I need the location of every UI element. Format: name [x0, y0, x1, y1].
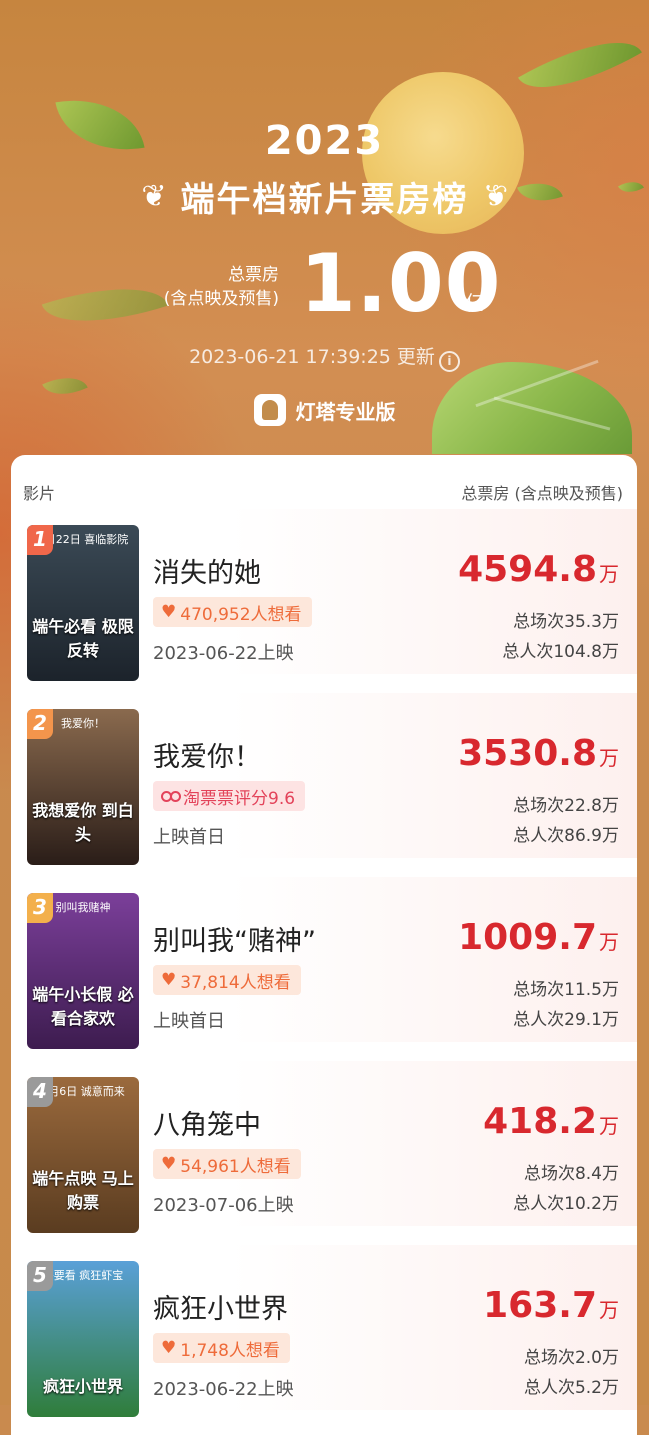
total-label-sub: (含点映及预售)	[163, 289, 279, 309]
hero-header: 2023 ❦ 端午档新片票房榜 ❦ 总票房 (含点映及预售) 1.00 亿 20…	[0, 0, 649, 450]
movie-row[interactable]: 5 午要看 疯狂虾宝 疯狂小世界 疯狂小世界 ♥ 1,748人想看 2023-06-22上映…	[11, 1245, 637, 1417]
total-shows: 总场次35.3万	[513, 612, 619, 632]
poster-slogan: 我想爱你 到白头	[32, 801, 134, 844]
box-office-value: 3530.8 万	[458, 733, 619, 774]
movie-badge: 淘票票评分9.6	[153, 781, 306, 811]
rank-badge: 2	[27, 709, 53, 739]
release-date: 2023-07-06上映	[153, 1195, 294, 1216]
poster-slogan: 端午点映 马上购票	[32, 1169, 134, 1212]
box-office-number: 4594.8	[458, 549, 597, 590]
info-icon[interactable]: i	[438, 351, 460, 372]
total-shows: 总场次22.8万	[513, 796, 619, 816]
total-shows: 总场次2.0万	[523, 1348, 619, 1368]
badge-text: 1,748人想看	[180, 1340, 280, 1361]
movie-title: 消失的她	[153, 558, 261, 589]
movie-row[interactable]: 1 6月22日 喜临影院 端午必看 极限反转 消失的她 ♥ 470,952人想看 2023-…	[11, 509, 637, 681]
movie-poster[interactable]: 5 午要看 疯狂虾宝 疯狂小世界	[27, 1261, 139, 1417]
taopiaopiao-icon	[161, 791, 181, 802]
release-date: 2023-06-22上映	[153, 643, 294, 664]
box-office-unit: 万	[599, 562, 619, 586]
box-office-value: 4594.8 万	[458, 549, 619, 590]
box-office-value: 418.2 万	[483, 1101, 619, 1142]
badge-text: 37,814人想看	[180, 972, 291, 993]
box-office-unit: 万	[599, 930, 619, 954]
movie-poster[interactable]: 1 6月22日 喜临影院 端午必看 极限反转	[27, 525, 139, 681]
total-box-office: 总票房 (含点映及预售) 1.00 亿	[0, 237, 649, 330]
total-admissions: 总人次86.9万	[513, 826, 619, 846]
heart-icon: ♥	[161, 1154, 177, 1174]
box-office-value: 163.7 万	[483, 1285, 619, 1326]
movie-poster[interactable]: 3 别叫我赌神 端午小长假 必看合家欢	[27, 893, 139, 1049]
box-office-number: 1009.7	[458, 917, 597, 958]
movie-row[interactable]: 4 7月6日 诚意而来 端午点映 马上购票 八角笼中 ♥ 54,961人想看 2023-07…	[11, 1061, 637, 1233]
box-office-unit: 万	[599, 1114, 619, 1138]
box-office-number: 3530.8	[458, 733, 597, 774]
movie-poster[interactable]: 2 我爱你！ 我想爱你 到白头	[27, 709, 139, 865]
rank-badge: 3	[27, 893, 53, 923]
movie-row[interactable]: 3 别叫我赌神 端午小长假 必看合家欢 别叫我“赌神” ♥ 37,814人想看上映首日 10…	[11, 877, 637, 1049]
box-office-number: 163.7	[483, 1285, 597, 1326]
release-date: 2023-06-22上映	[153, 1379, 294, 1400]
movie-title: 我爱你！	[153, 742, 261, 773]
total-admissions: 总人次29.1万	[513, 1010, 619, 1030]
movie-poster[interactable]: 4 7月6日 诚意而来 端午点映 马上购票	[27, 1077, 139, 1233]
release-date: 上映首日	[153, 1011, 225, 1032]
column-box-office: 总票房 (含点映及预售)	[461, 484, 623, 503]
table-header: 影片 总票房 (含点映及预售)	[11, 455, 637, 505]
total-admissions: 总人次5.2万	[523, 1378, 619, 1398]
movie-badge: ♥ 470,952人想看	[153, 597, 312, 627]
title-row: ❦ 端午档新片票房榜 ❦	[0, 172, 649, 221]
rank-badge: 1	[27, 525, 53, 555]
brand-logo-icon	[253, 394, 286, 426]
total-value: 1.00	[300, 237, 502, 330]
badge-text: 淘票票评分9.6	[183, 788, 296, 809]
poster-slogan: 端午小长假 必看合家欢	[32, 985, 134, 1028]
total-label: 总票房 (含点映及预售)	[164, 263, 279, 311]
total-admissions: 总人次104.8万	[502, 642, 619, 662]
badge-text: 54,961人想看	[180, 1156, 291, 1177]
movie-row[interactable]: 2 我爱你！ 我想爱你 到白头 我爱你！ 淘票票评分9.6 上映首日 3530.8 万总场次2…	[11, 693, 637, 865]
total-shows: 总场次11.5万	[513, 980, 619, 1000]
brand: 灯塔专业版	[0, 394, 649, 426]
total-admissions: 总人次10.2万	[513, 1194, 619, 1214]
ranking-card: 影片 总票房 (含点映及预售) 1 6月22日 喜临影院 端午必看 极限反转 消失的她…	[11, 455, 637, 1435]
badge-text: 470,952人想看	[180, 604, 302, 625]
column-film: 影片	[23, 484, 56, 503]
poster-slogan: 疯狂小世界	[42, 1377, 123, 1396]
heart-icon: ♥	[161, 602, 177, 622]
page-title: 端午档新片票房榜	[180, 180, 469, 220]
total-shows: 总场次8.4万	[523, 1164, 619, 1184]
box-office-value: 1009.7 万	[458, 917, 619, 958]
heart-icon: ♥	[161, 970, 177, 990]
movie-title: 疯狂小世界	[153, 1294, 288, 1325]
rank-badge: 5	[27, 1261, 53, 1291]
total-label-main: 总票房	[228, 265, 279, 285]
movie-badge: ♥ 1,748人想看	[153, 1333, 290, 1363]
year-title: 2023	[264, 118, 385, 164]
total-unit: 亿	[465, 291, 485, 315]
rank-badge: 4	[27, 1077, 53, 1107]
laurel-left-icon: ❦	[141, 179, 167, 214]
box-office-unit: 万	[599, 746, 619, 770]
release-date: 上映首日	[153, 827, 225, 848]
movie-badge: ♥ 37,814人想看	[153, 965, 301, 995]
update-time: 2023-06-21 17:39:25 更新 i	[0, 342, 649, 372]
poster-slogan: 端午必看 极限反转	[32, 617, 134, 660]
movie-title: 别叫我“赌神”	[153, 926, 316, 957]
box-office-number: 418.2	[483, 1101, 597, 1142]
movie-badge: ♥ 54,961人想看	[153, 1149, 301, 1179]
laurel-right-icon: ❦	[482, 179, 508, 214]
movie-title: 八角笼中	[153, 1110, 261, 1141]
update-time-text: 2023-06-21 17:39:25 更新	[189, 346, 435, 368]
heart-icon: ♥	[161, 1338, 177, 1358]
box-office-unit: 万	[599, 1298, 619, 1322]
brand-name: 灯塔专业版	[295, 399, 396, 424]
